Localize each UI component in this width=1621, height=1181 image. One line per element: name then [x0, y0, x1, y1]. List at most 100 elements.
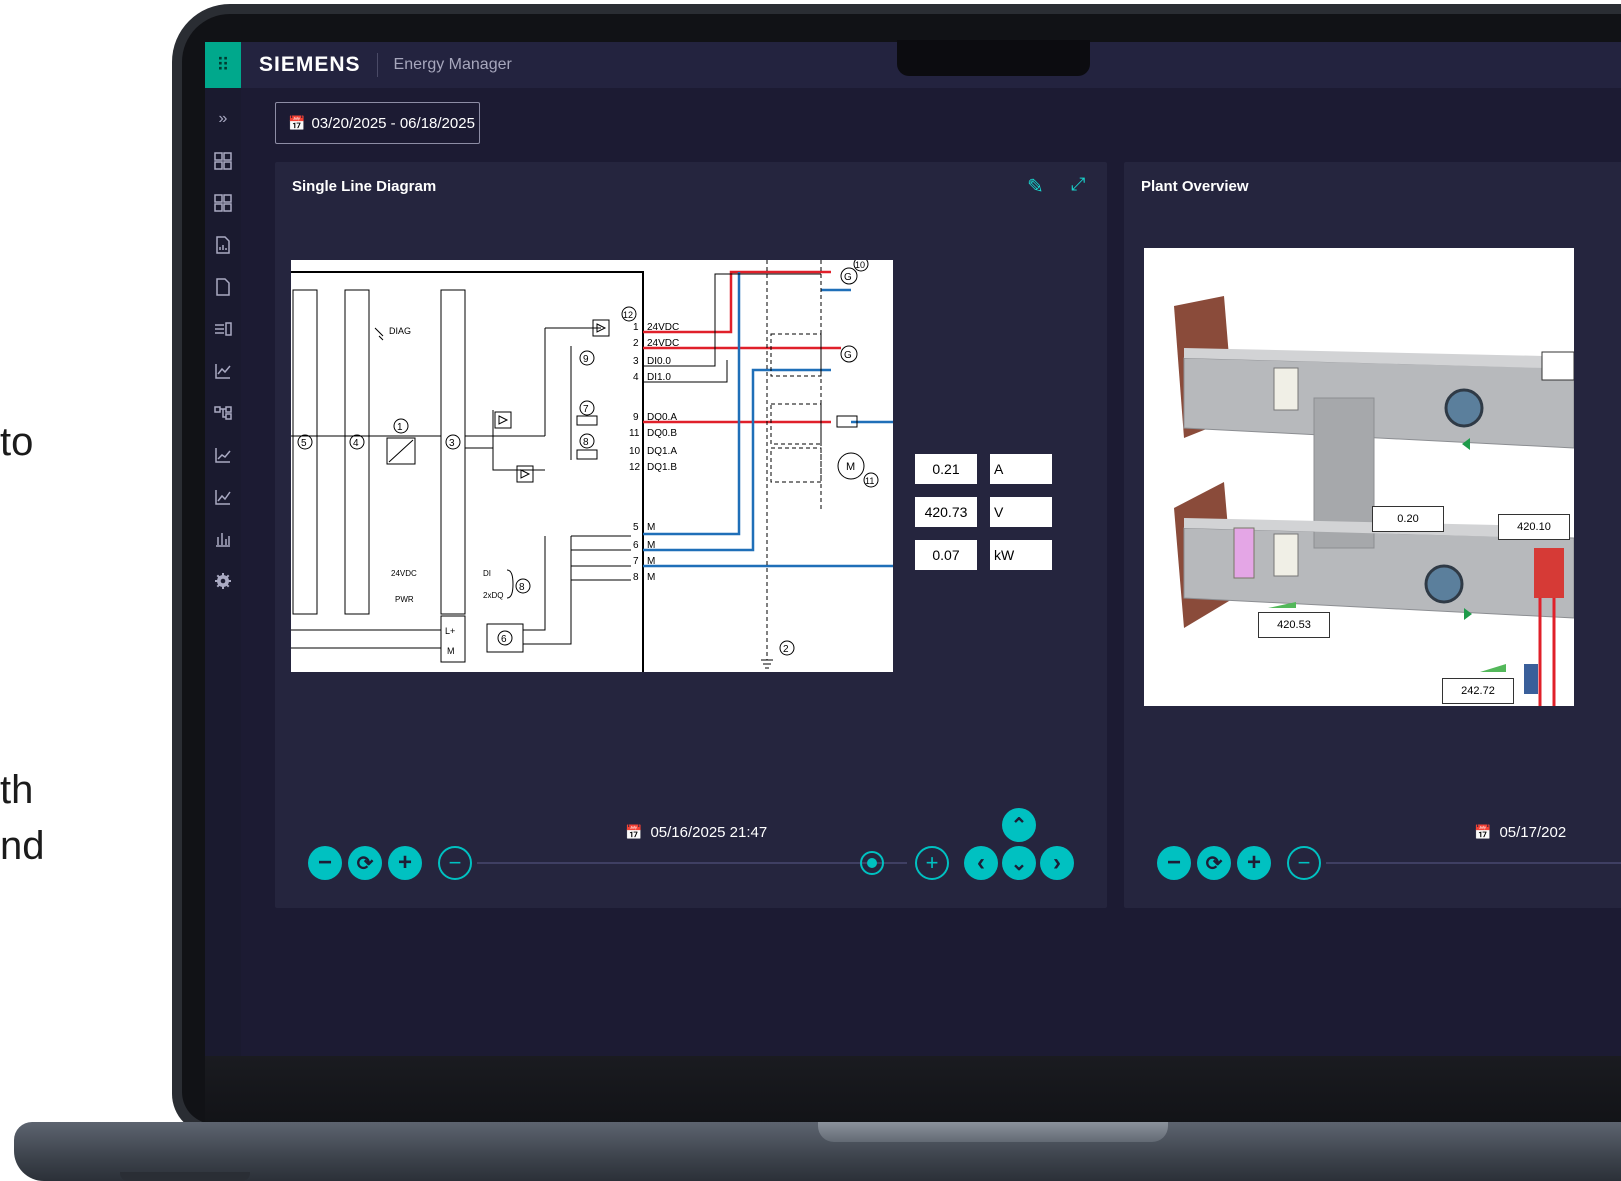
plant-timestamp-label: 05/17/202 — [1499, 824, 1567, 841]
calendar-icon: 📅 — [1474, 824, 1492, 840]
plant-timeline-slider[interactable] — [1326, 862, 1621, 864]
ref-6: 6 — [501, 634, 507, 645]
pin-12: 12 — [629, 462, 641, 473]
expand-panel-icon[interactable]: ⤢ — [1071, 174, 1085, 195]
ref-12: 12 — [623, 310, 633, 320]
settings-icon[interactable] — [212, 570, 234, 592]
timeline-slider[interactable] — [477, 862, 907, 864]
ref-8b: 8 — [583, 437, 589, 448]
grid-icon: ⠿ — [216, 54, 230, 75]
term-di10: DI1.0 — [647, 372, 671, 383]
term-m-4: M — [647, 572, 655, 583]
brand-logo: SIEMENS — [259, 53, 361, 76]
readout-current-unit: A — [990, 454, 1052, 484]
pan-right-button[interactable]: › — [1040, 846, 1074, 880]
pin-6: 6 — [633, 540, 639, 551]
ref-5: 5 — [301, 438, 307, 449]
readout-power-value: 0.07 — [915, 540, 977, 570]
brand-divider — [376, 53, 378, 77]
ref-4: 4 — [353, 438, 359, 449]
handle-dot-icon — [867, 858, 877, 868]
readout-voltage-value: 420.73 — [915, 497, 977, 527]
trend-icon[interactable] — [212, 444, 234, 466]
sld-timestamp: 📅 05/16/2025 21:47 — [625, 824, 767, 841]
plant-zoom-out-button[interactable]: − — [1157, 846, 1191, 880]
slide-text-2: th — [0, 768, 34, 812]
plant-overview-panel: Plant Overview 0.20 420.10 420.53 242.72… — [1124, 162, 1621, 908]
ref-7: 8 — [519, 582, 525, 593]
panel-title-sld: Single Line Diagram — [292, 178, 437, 195]
pan-up-button[interactable]: ⌃ — [1002, 808, 1036, 842]
diag-label: DIAG — [389, 326, 411, 336]
timeline-handle[interactable] — [860, 851, 884, 875]
plant-3d-view: 0.20 420.10 420.53 242.72 — [1144, 248, 1574, 706]
timeline-back-button[interactable]: − — [438, 846, 472, 880]
plant-reset-view-button[interactable]: ⟳ — [1197, 846, 1231, 880]
laptop-foot — [120, 1172, 250, 1181]
term-dq1b: DQ1.B — [647, 462, 677, 473]
expand-icon[interactable]: » — [212, 108, 234, 130]
zoom-in-button[interactable]: + — [388, 846, 422, 880]
trend-icon-2[interactable] — [212, 486, 234, 508]
gen-g-1: G — [844, 272, 852, 283]
edit-icon[interactable]: ✎ — [1027, 174, 1044, 199]
plant-value-2: 420.10 — [1498, 514, 1570, 540]
panel-title-plant: Plant Overview — [1141, 178, 1249, 195]
pin-9: 9 — [633, 412, 639, 423]
app-name: Energy Manager — [393, 56, 512, 73]
plant-value-3: 420.53 — [1258, 612, 1330, 638]
pin-1: 1 — [633, 322, 639, 333]
term-di00: DI0.0 — [647, 356, 671, 367]
term-m-1: M — [647, 522, 655, 533]
pin-8: 8 — [633, 572, 639, 583]
plant-timestamp: 📅 05/17/202 — [1474, 824, 1566, 841]
pin-3: 3 — [633, 356, 639, 367]
app-screen: ⠿ SIEMENS Energy Manager » 📅 03/20/2025 … — [205, 42, 1621, 1056]
term-dq1a: DQ1.A — [647, 446, 677, 457]
flow-icon[interactable] — [212, 402, 234, 424]
date-range-picker[interactable]: 📅 03/20/2025 - 06/18/2025 — [275, 102, 480, 144]
ref-2: 2 — [783, 644, 789, 655]
hierarchy-icon[interactable] — [212, 150, 234, 172]
laptop-base — [14, 1122, 1621, 1181]
label-2xdq: 2xDQ — [483, 591, 503, 600]
label-pwr: PWR — [395, 595, 414, 604]
gen-g-2: G — [844, 350, 852, 361]
calendar-icon: 📅 — [625, 824, 643, 840]
pin-2: 2 — [633, 338, 639, 349]
date-range-label: 03/20/2025 - 06/18/2025 — [311, 114, 475, 132]
bus-lplus: L+ — [445, 626, 455, 636]
reset-view-button[interactable]: ⟳ — [348, 846, 382, 880]
plant-zoom-in-button[interactable]: + — [1237, 846, 1271, 880]
bus-m: M — [447, 646, 455, 656]
document-icon[interactable] — [212, 276, 234, 298]
laptop-chin — [205, 1056, 1621, 1124]
ref-8a: 7 — [583, 404, 589, 415]
analytics-icon[interactable] — [212, 360, 234, 382]
report-icon[interactable] — [212, 234, 234, 256]
pan-left-button[interactable]: ‹ — [964, 846, 998, 880]
label-24vdc: 24VDC — [391, 569, 417, 578]
slide-text-3: nd — [0, 824, 45, 868]
single-line-diagram-panel: Single Line Diagram ✎ ⤢ 5 4 3 1 DIAG L+ … — [275, 162, 1107, 908]
import-icon[interactable] — [212, 318, 234, 340]
timeline-forward-button[interactable]: + — [915, 846, 949, 880]
ref-10: 10 — [855, 260, 865, 270]
bar-chart-icon[interactable] — [212, 528, 234, 550]
hierarchy-icon-2[interactable] — [212, 192, 234, 214]
app-launcher-button[interactable]: ⠿ — [205, 42, 241, 88]
zoom-out-button[interactable]: − — [308, 846, 342, 880]
sidebar: » — [205, 88, 241, 1056]
ref-1: 1 — [397, 422, 403, 433]
pin-10: 10 — [629, 446, 641, 457]
pin-7: 7 — [633, 556, 639, 567]
term-dq0b: DQ0.B — [647, 428, 677, 439]
pin-11: 11 — [629, 428, 640, 439]
ref-11: 11 — [865, 476, 874, 486]
laptop-trackpad-groove — [818, 1122, 1168, 1142]
pin-4: 4 — [633, 372, 639, 383]
pan-down-button[interactable]: ⌄ — [1002, 846, 1036, 880]
camera-notch — [897, 40, 1090, 76]
plant-timeline-back-button[interactable]: − — [1287, 846, 1321, 880]
plant-value-4: 242.72 — [1442, 678, 1514, 704]
